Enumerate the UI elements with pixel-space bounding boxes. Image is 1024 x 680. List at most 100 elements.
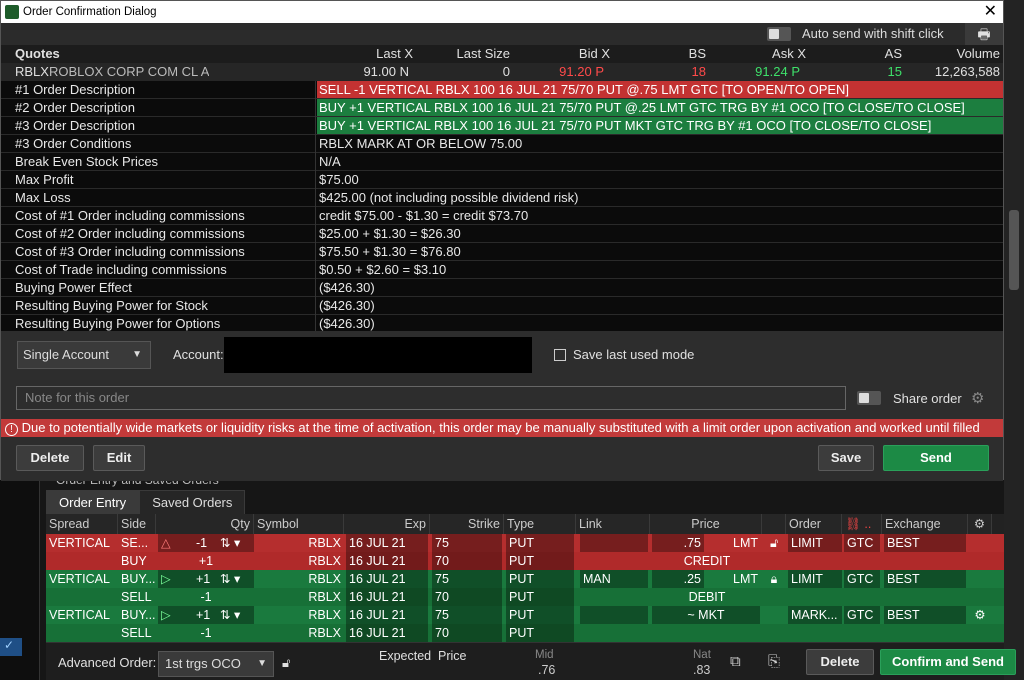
col-settings-icon[interactable]: ⚙	[968, 514, 992, 534]
cell-strike[interactable]: 70	[432, 588, 502, 606]
cell-strike[interactable]: 75	[432, 570, 502, 588]
col-type[interactable]: Type	[504, 514, 576, 534]
print-icon[interactable]: 🖶︎	[965, 23, 1003, 45]
cell-link[interactable]	[580, 606, 648, 624]
quote-last: 91.00 N	[363, 64, 409, 79]
order-row: Max Profit $75.00	[1, 171, 1003, 189]
cell-exp[interactable]: 16 JUL 21	[346, 606, 428, 624]
quote-as: 15	[887, 64, 902, 79]
qty-stepper-icon[interactable]: ⇅ ▾	[220, 534, 240, 552]
cell-order[interactable]: LIMIT	[788, 534, 842, 552]
row-value: RBLX MARK AT OR BELOW 75.00	[319, 136, 523, 151]
confirm-and-send-button[interactable]: Confirm and Send	[880, 649, 1016, 675]
cell-price[interactable]: .75	[652, 534, 704, 552]
table-row[interactable]: SELL -1 RBLX 16 JUL 21 70 PUT DEBIT	[46, 588, 1004, 606]
table-row[interactable]: SELL -1 RBLX 16 JUL 21 70 PUT	[46, 624, 1004, 642]
cell-order[interactable]: MARK...	[788, 606, 842, 624]
cell-price: CREDIT	[683, 554, 731, 568]
account-mode-dropdown[interactable]: Single Account ▼	[17, 341, 151, 369]
qty-stepper-icon[interactable]: ⇅ ▾	[220, 570, 240, 588]
col-price[interactable]: Price	[650, 514, 762, 534]
table-row[interactable]: BUY +1 RBLX 16 JUL 21 70 PUT CREDIT	[46, 552, 1004, 570]
qty-cell[interactable]: ▷ +1 ⇅ ▾	[158, 570, 254, 588]
col-qty[interactable]: Qty	[156, 514, 254, 534]
cell-link[interactable]	[580, 534, 648, 552]
right-scrollbar[interactable]	[1004, 0, 1024, 680]
cell-type[interactable]: PUT	[506, 534, 574, 552]
cell-exchange[interactable]: BEST	[884, 534, 966, 552]
cell-strike[interactable]: 70	[432, 624, 502, 642]
cell-type[interactable]: PUT	[506, 624, 574, 642]
cell-link[interactable]: MAN	[580, 570, 648, 588]
cell-price[interactable]: ~ MKT	[652, 606, 760, 624]
col-lock[interactable]	[762, 514, 786, 534]
col-link-icon[interactable]: ⛓ ..	[842, 514, 882, 534]
table-row[interactable]: VERTICAL SE... △ -1 ⇅ ▾ RBLX 16 JUL 21 7…	[46, 534, 1004, 552]
cell-type[interactable]: PUT	[506, 570, 574, 588]
cell-tif[interactable]: GTC	[844, 606, 880, 624]
cell-exchange[interactable]: BEST	[884, 606, 966, 624]
qty-stepper-icon[interactable]: ⇅ ▾	[220, 606, 240, 624]
col-exchange[interactable]: Exchange	[882, 514, 968, 534]
cell-side[interactable]: BUY...	[118, 606, 156, 624]
cell-strike[interactable]: 75	[432, 606, 502, 624]
cell-exp[interactable]: 16 JUL 21	[346, 534, 428, 552]
table-row[interactable]: VERTICAL BUY... ▷ +1 ⇅ ▾ RBLX 16 JUL 21 …	[46, 606, 1004, 624]
col-order[interactable]: Order	[786, 514, 842, 534]
cell-price[interactable]: .25	[652, 570, 704, 588]
order-note-input[interactable]: Note for this order	[16, 386, 846, 410]
header-bid: Bid X	[578, 46, 610, 61]
col-link[interactable]: Link	[576, 514, 650, 534]
price-label: Price	[438, 649, 467, 663]
col-spread[interactable]: Spread	[46, 514, 118, 534]
cell-spread[interactable]: VERTICAL	[46, 534, 118, 552]
table-row[interactable]: VERTICAL BUY... ▷ +1 ⇅ ▾ RBLX 16 JUL 21 …	[46, 570, 1004, 588]
cell-exchange[interactable]: BEST	[884, 570, 966, 588]
qty-cell[interactable]: ▷ +1 ⇅ ▾	[158, 606, 254, 624]
scrollbar-thumb[interactable]	[1009, 210, 1019, 290]
advanced-order-dropdown[interactable]: 1st trgs OCO ▼	[158, 651, 274, 677]
col-symbol[interactable]: Symbol	[254, 514, 344, 534]
save-button[interactable]: Save	[818, 445, 874, 471]
quote-row[interactable]: RBLX ROBLOX CORP COM CL A 91.00 N 0 91.2…	[1, 63, 1003, 81]
cell-exp[interactable]: 16 JUL 21	[346, 624, 428, 642]
share-order-toggle[interactable]	[857, 391, 881, 405]
cell-exp[interactable]: 16 JUL 21	[346, 570, 428, 588]
clipboard-icon[interactable]: ⎘	[768, 653, 780, 670]
cell-tif[interactable]: GTC	[844, 570, 880, 588]
col-exp[interactable]: Exp	[344, 514, 430, 534]
cell-strike[interactable]: 70	[432, 552, 502, 570]
cell-exp[interactable]: 16 JUL 21	[346, 552, 428, 570]
tab-saved-orders[interactable]: Saved Orders	[139, 490, 246, 514]
cell-tif[interactable]: GTC	[844, 534, 880, 552]
gear-icon[interactable]: ⚙	[968, 606, 992, 624]
autosend-toggle[interactable]	[767, 27, 791, 41]
delete-order-button[interactable]: Delete	[806, 649, 874, 675]
save-mode-checkbox[interactable]	[554, 349, 566, 361]
delete-button[interactable]: Delete	[16, 445, 84, 471]
cell-exp[interactable]: 16 JUL 21	[346, 588, 428, 606]
cell-spread[interactable]: VERTICAL	[46, 606, 118, 624]
unlock-icon[interactable]: 🔓︎	[762, 534, 786, 552]
qty-cell[interactable]: △ -1 ⇅ ▾	[158, 534, 254, 552]
col-strike[interactable]: Strike	[430, 514, 504, 534]
edit-button[interactable]: Edit	[93, 445, 145, 471]
cell-order[interactable]: LIMIT	[788, 570, 842, 588]
col-side[interactable]: Side	[118, 514, 156, 534]
cell-type[interactable]: PUT	[506, 606, 574, 624]
cell-spread[interactable]: VERTICAL	[46, 570, 118, 588]
alert-icon: !	[5, 423, 18, 436]
lock-icon[interactable]: 🔒︎	[762, 570, 786, 588]
cell-side[interactable]: SE...	[118, 534, 156, 552]
cell-type[interactable]: PUT	[506, 552, 574, 570]
cell-type[interactable]: PUT	[506, 588, 574, 606]
account-field[interactable]	[224, 337, 532, 373]
cell-side[interactable]: BUY...	[118, 570, 156, 588]
tab-order-entry[interactable]: Order Entry	[46, 490, 140, 514]
gear-icon[interactable]: ⚙	[971, 389, 984, 407]
close-icon[interactable]: ✕	[984, 1, 997, 23]
cell-strike[interactable]: 75	[432, 534, 502, 552]
copy-icon[interactable]: ⧉	[730, 653, 741, 670]
send-button[interactable]: Send	[883, 445, 989, 471]
unlock-icon[interactable]: 🔓︎	[282, 655, 290, 671]
